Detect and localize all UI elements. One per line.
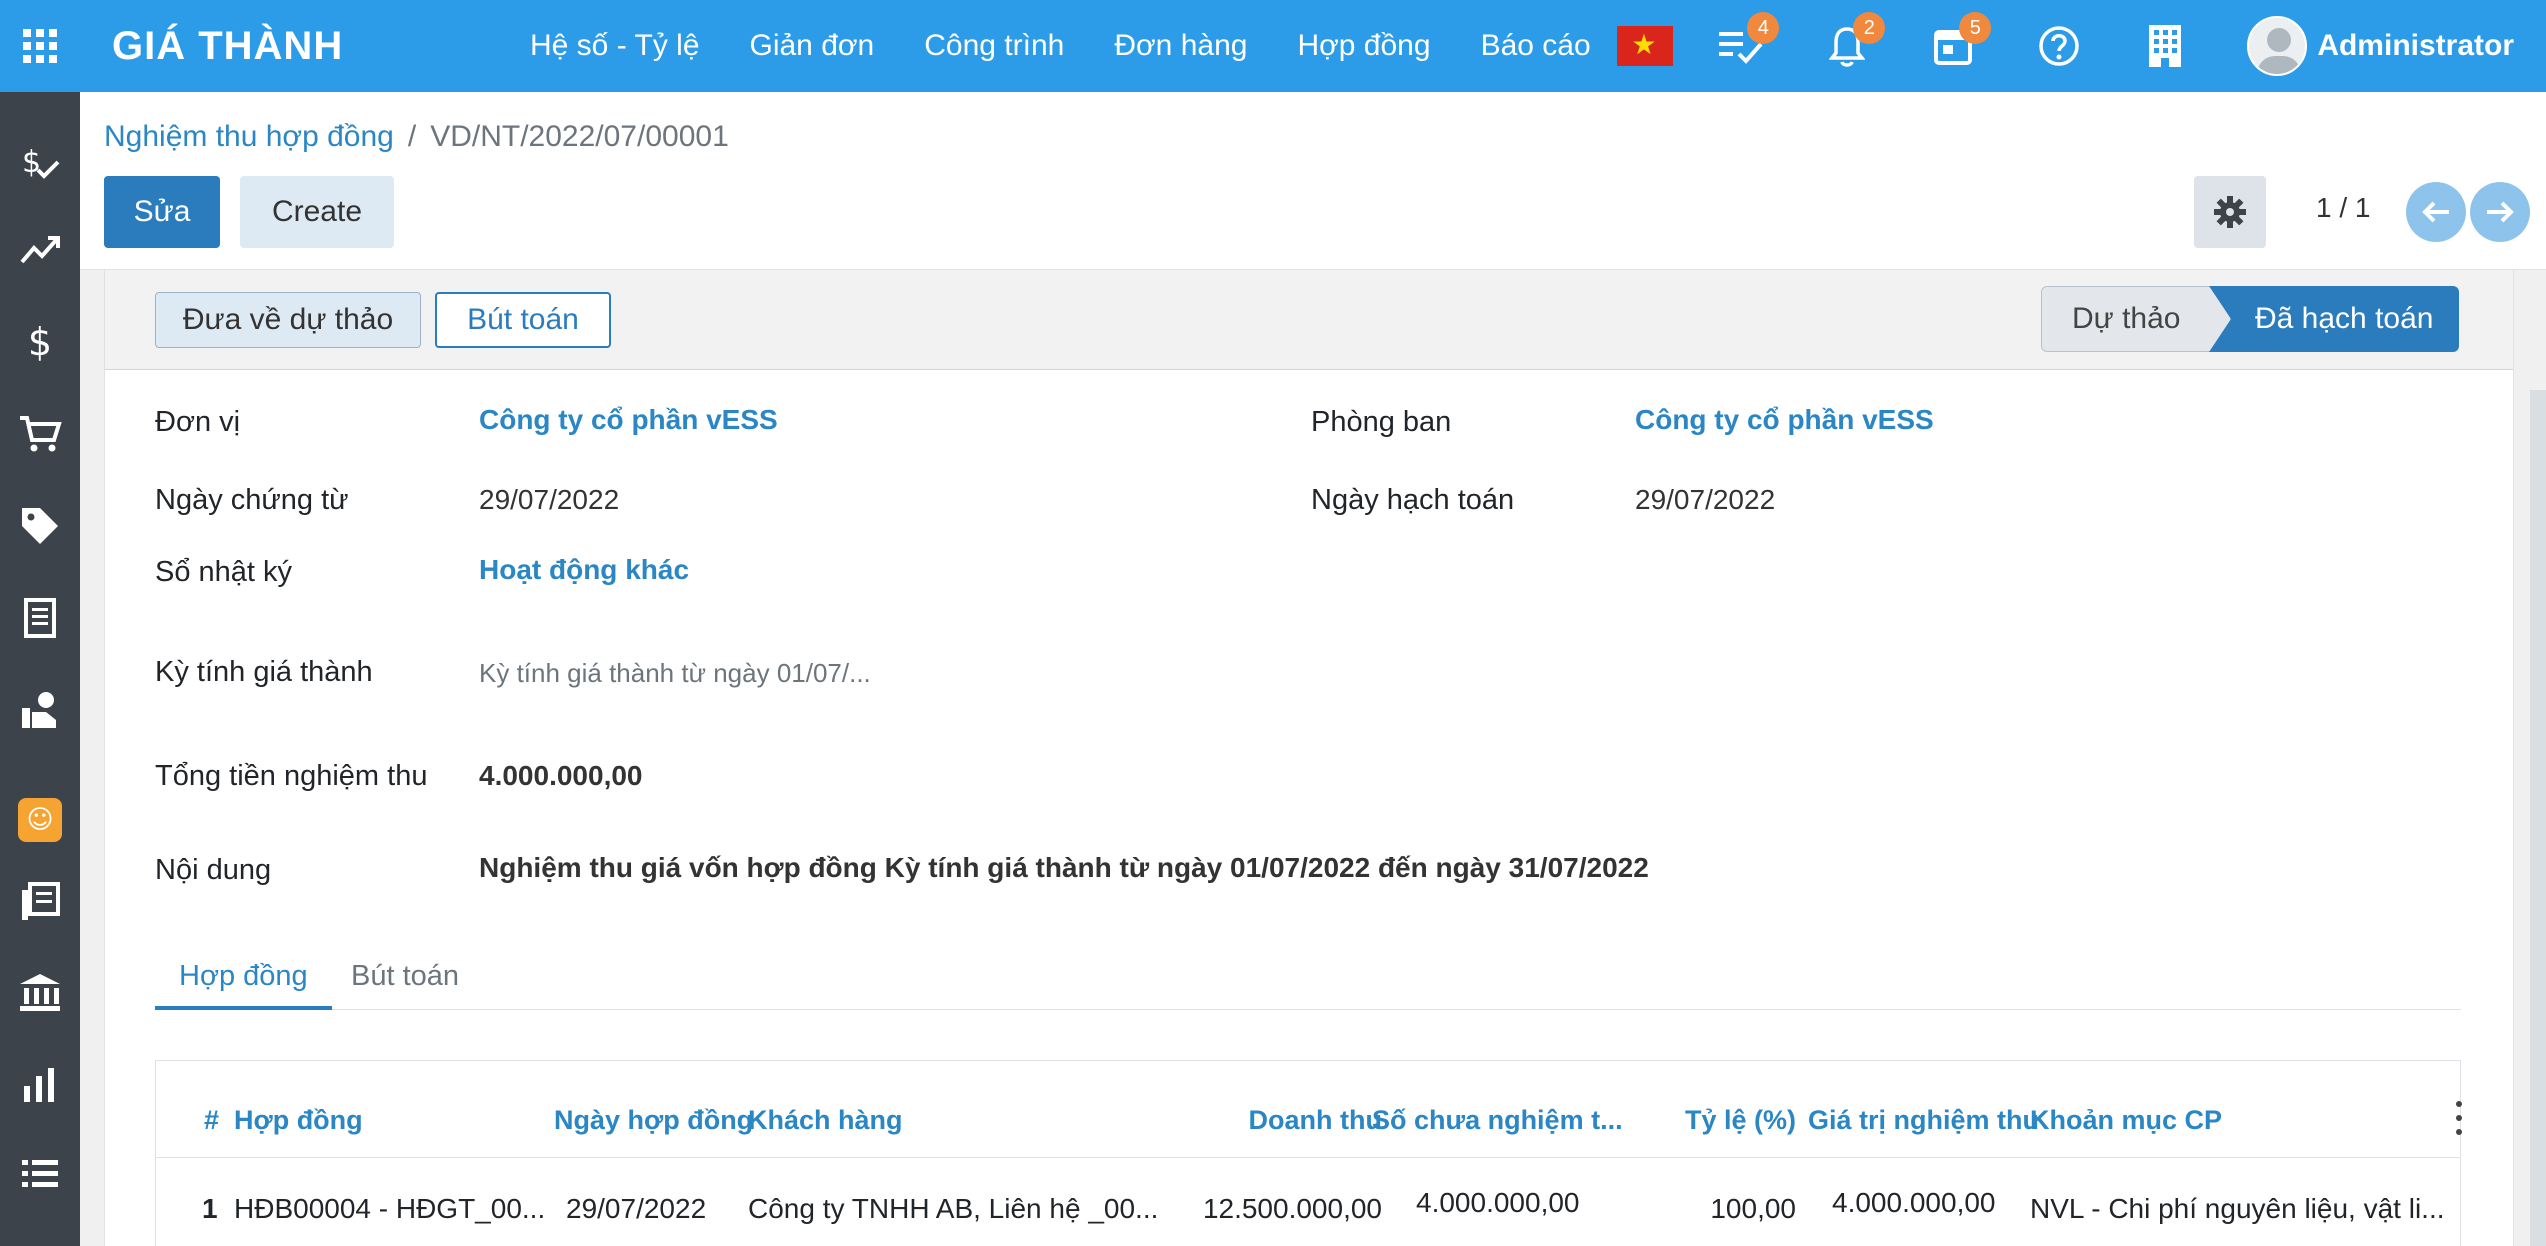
activities-badge: 4 [1747,12,1780,44]
activities-icon[interactable]: 4 [1717,12,1780,70]
phong-ban-label: Phòng ban [1311,406,1452,438]
bell-icon[interactable]: 2 [1823,12,1886,70]
contracts-table: # Hợp đồng Ngày hợp đồng Khách hàng Doan… [155,1060,2464,1246]
tab-but-toan[interactable]: Bút toán [327,960,483,1010]
help-icon[interactable] [2035,22,2083,70]
breadcrumb-parent-link[interactable]: Nghiệm thu hợp đồng [104,120,394,154]
noi-dung-label: Nội dung [155,854,272,886]
menu-item-bao-cao[interactable]: Báo cáo [1481,29,1591,63]
optional-columns-kebab-icon[interactable] [2456,1101,2464,1135]
menu-item-hop-dong[interactable]: Hợp đồng [1297,29,1430,63]
control-panel: Nghiệm thu hợp đồng / VD/NT/2022/07/0000… [80,92,2546,270]
user-menu[interactable]: Administrator [2247,16,2514,76]
sidebar-price-check-icon[interactable]: $ [0,132,80,192]
sidebar-trending-icon[interactable] [0,220,80,280]
pager-value[interactable]: 1 / 1 [2316,192,2370,224]
column-header-ngay-hop-dong[interactable]: Ngày hợp đồng [554,1105,753,1136]
column-header-ty-le[interactable]: Tỷ lệ (%) [1656,1105,1796,1136]
row-so-chua-nghiem-thu[interactable]: 4.000.000,00 [1416,1187,1580,1219]
sidebar-receipt-icon[interactable] [0,588,80,648]
don-vi-value[interactable]: Công ty cổ phần vESS [479,404,778,436]
column-header-so-chua-nghiem-thu[interactable]: Số chưa nghiệm t... [1372,1105,1623,1136]
row-khoan-muc-cp[interactable]: NVL - Chi phí nguyên liệu, vật li... [2030,1193,2445,1225]
menu-item-he-so-ty-le[interactable]: Hệ số - Tỷ lệ [530,29,700,63]
apps-menu-icon[interactable] [0,0,80,92]
app-brand[interactable]: GIÁ THÀNH [112,24,442,69]
column-header-khach-hang[interactable]: Khách hàng [748,1105,903,1136]
company-building-icon[interactable] [2141,22,2189,70]
ngay-chung-tu-value: 29/07/2022 [479,484,620,515]
tab-hop-dong[interactable]: Hợp đồng [155,960,332,1010]
column-header-index: # [204,1105,220,1135]
sidebar-library-icon[interactable] [0,872,80,932]
sidebar-hand-coin-icon[interactable] [0,680,80,740]
user-avatar [2247,16,2308,76]
user-name: Administrator [2317,29,2514,62]
systray: 4 2 5 Administrator [1617,0,2546,92]
breadcrumb-current: VD/NT/2022/07/00001 [430,120,729,153]
menu-item-gian-don[interactable]: Giản đơn [750,29,875,63]
breadcrumb-separator: / [407,120,417,153]
sidebar-list-icon[interactable] [0,1144,80,1204]
vietnam-flag-icon[interactable] [1617,26,1674,66]
gear-icon[interactable] [2194,176,2266,248]
column-header-gia-tri-nghiem-thu[interactable]: Giá trị nghiệm thu [1808,1105,2039,1136]
phong-ban-value[interactable]: Công ty cổ phần vESS [1635,404,1934,436]
calendar-icon[interactable]: 5 [1929,12,1992,70]
create-button[interactable]: Create [240,176,394,248]
ngay-hach-toan-label: Ngày hạch toán [1311,484,1515,516]
sidebar-bank-icon[interactable] [0,962,80,1022]
edit-button[interactable]: Sửa [104,176,220,248]
row-ngay-hop-dong[interactable]: 29/07/2022 [566,1193,706,1225]
table-header-divider [156,1157,2460,1158]
column-header-hop-dong[interactable]: Hợp đồng [234,1105,363,1136]
sidebar-cost-app-icon[interactable]: ☺ [0,790,80,850]
stage-posted[interactable]: Đã hạch toán [2209,286,2459,352]
form-sheet: Đưa về dự thảo Bút toán Dự thảo Đã hạch … [104,270,2514,1246]
row-khach-hang[interactable]: Công ty TNHH AB, Liên hệ _00... [748,1193,1158,1225]
row-hop-dong[interactable]: HĐB00004 - HĐGT_00... [234,1193,545,1225]
stage-draft[interactable]: Dự thảo [2041,286,2231,352]
noi-dung-value: Nghiệm thu giá vốn hợp đồng Kỳ tính giá … [479,852,1649,883]
pager-next-arrow-icon[interactable] [2470,182,2530,242]
so-nhat-ky-label: Sổ nhật ký [155,556,293,588]
menu-item-don-hang[interactable]: Đơn hàng [1114,29,1247,63]
sidebar-tag-icon[interactable] [0,496,80,556]
form-scrollbar[interactable] [2530,390,2546,1246]
tong-tien-label: Tổng tiền nghiệm thu [155,760,428,792]
breadcrumb: Nghiệm thu hợp đồng / VD/NT/2022/07/0000… [104,120,729,154]
so-nhat-ky-value[interactable]: Hoạt động khác [479,554,689,586]
form-view: Đưa về dự thảo Bút toán Dự thảo Đã hạch … [80,270,2546,1246]
ky-tinh-gia-thanh-label: Kỳ tính giá thành [155,656,373,688]
column-header-khoan-muc-cp[interactable]: Khoản mục CP [2030,1105,2222,1136]
top-navbar: GIÁ THÀNH Hệ số - Tỷ lệ Giản đơn Công tr… [0,0,2546,92]
sidebar-chart-icon[interactable] [0,1054,80,1114]
ngay-chung-tu-label: Ngày chứng từ [155,484,349,516]
sidebar-dollar-icon[interactable]: $ [0,312,80,372]
left-sidebar: $ $ ☺ [0,92,80,1246]
tong-tien-value: 4.000.000,00 [479,760,643,791]
ngay-hach-toan-value: 29/07/2022 [1635,484,1776,515]
pager-previous-arrow-icon[interactable] [2406,182,2466,242]
form-statusbar: Đưa về dự thảo Bút toán Dự thảo Đã hạch … [105,270,2513,370]
calendar-badge: 5 [1959,12,1992,44]
row-gia-tri-nghiem-thu[interactable]: 4.000.000,00 [1832,1187,1996,1219]
row-index: 1 [202,1193,218,1224]
notebook-tabs: Hợp đồng Bút toán [155,960,2461,1010]
journal-entry-button[interactable]: Bút toán [435,292,611,348]
svg-text:$: $ [22,145,41,180]
row-ty-le[interactable]: 100,00 [1656,1193,1796,1225]
main-menu: Hệ số - Tỷ lệ Giản đơn Công trình Đơn hà… [530,29,1641,63]
notifications-badge: 2 [1853,12,1886,44]
reset-to-draft-button[interactable]: Đưa về dự thảo [155,292,421,348]
row-doanh-thu[interactable]: 12.500.000,00 [1180,1193,1382,1225]
menu-item-cong-trinh[interactable]: Công trình [924,29,1064,63]
sidebar-cart-icon[interactable] [0,404,80,464]
column-header-doanh-thu[interactable]: Doanh thu [1238,1105,1382,1136]
don-vi-label: Đơn vị [155,406,241,438]
ky-tinh-gia-thanh-value[interactable]: Kỳ tính giá thành từ ngày 01/07/... [479,658,871,689]
